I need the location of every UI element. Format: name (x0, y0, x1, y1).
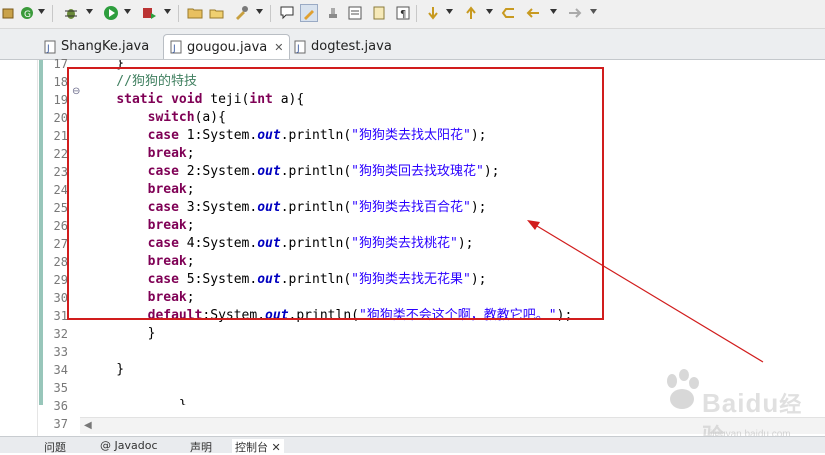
tab-problems[interactable]: 问题 (44, 439, 66, 455)
baidu-jingyan-watermark: Baidu经验 jingyan.baidu.com (640, 365, 820, 449)
scroll-left-icon[interactable]: ◀ (84, 420, 92, 431)
tab-declaration[interactable]: 声明 (190, 439, 212, 455)
tab-console[interactable]: 控制台 ✕ (232, 439, 284, 455)
bottom-panel-tabs: 问题 @ Javadoc 声明 控制台 ✕ (0, 436, 825, 455)
paw-logo-icon (667, 369, 699, 409)
tab-javadoc[interactable]: @ Javadoc (100, 439, 158, 452)
